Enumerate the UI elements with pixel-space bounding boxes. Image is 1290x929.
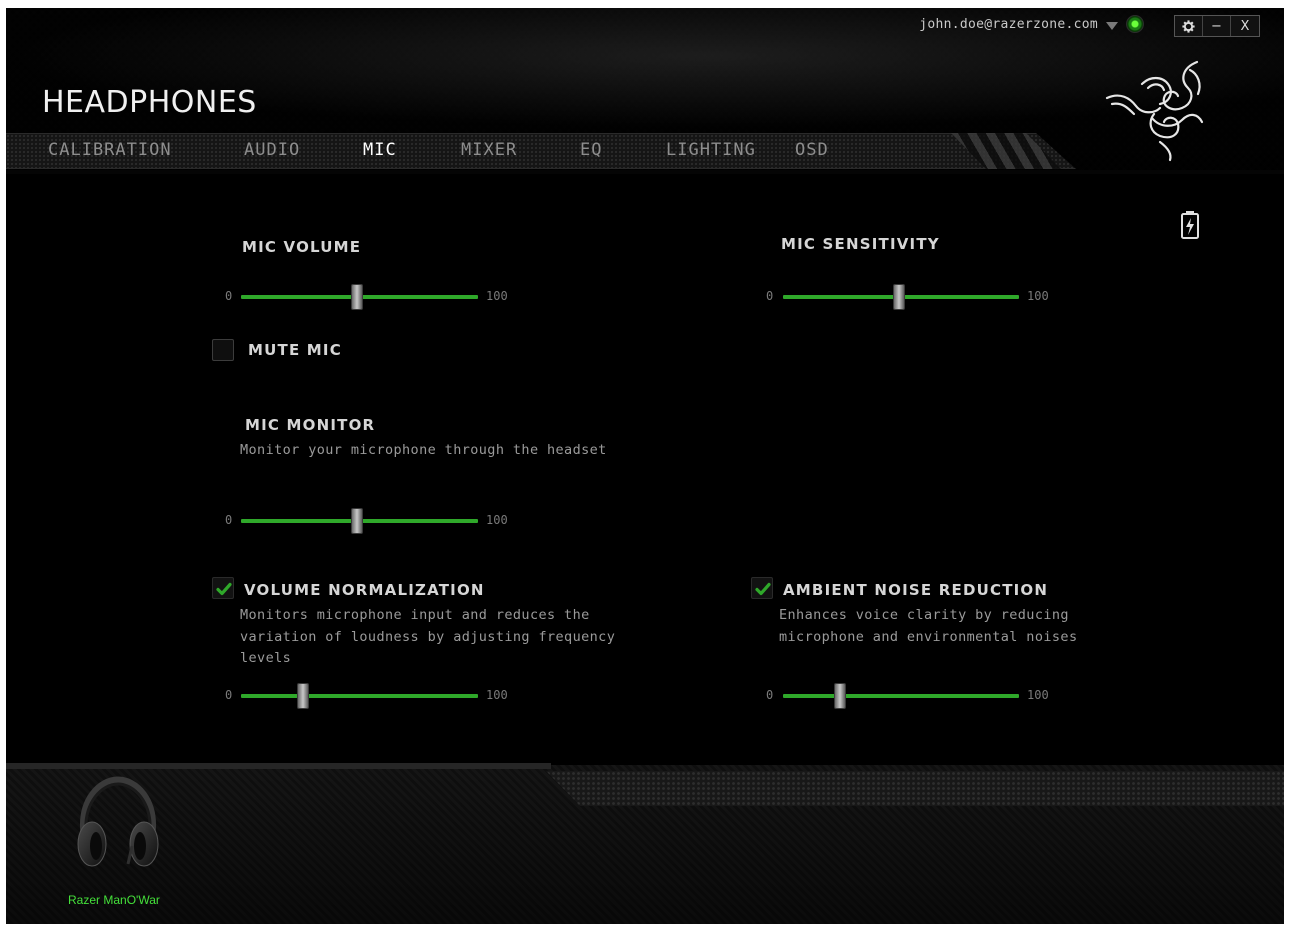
settings-button[interactable] <box>1175 16 1203 36</box>
slider-max-label: 100 <box>1027 688 1049 702</box>
mic-monitor-slider[interactable]: 0 100 <box>222 508 512 534</box>
description-line: variation of loudness by adjusting frequ… <box>240 628 616 645</box>
slider-min-label: 0 <box>225 688 233 702</box>
checkmark-icon <box>216 582 232 596</box>
tab-mic[interactable]: MIC <box>363 140 397 160</box>
device-name[interactable]: Razer ManO'War <box>68 893 160 907</box>
footer-band <box>546 771 1284 806</box>
footer-edge <box>6 763 551 769</box>
mic-volume-slider[interactable]: 0 100 <box>222 284 512 310</box>
mic-monitor-title: MIC MONITOR <box>245 416 376 434</box>
slider-track[interactable] <box>241 694 478 698</box>
user-email[interactable]: john.doe@razerzone.com <box>919 17 1098 32</box>
slider-thumb[interactable] <box>892 284 905 310</box>
tab-lighting[interactable]: LIGHTING <box>666 140 756 160</box>
mic-sensitivity-slider[interactable]: 0 100 <box>763 284 1053 310</box>
slider-max-label: 100 <box>486 688 508 702</box>
user-area[interactable]: john.doe@razerzone.com <box>919 15 1144 33</box>
close-button[interactable]: X <box>1231 16 1259 36</box>
mic-monitor-description: Monitor your microphone through the head… <box>240 442 607 458</box>
slider-max-label: 100 <box>1027 289 1049 303</box>
tab-eq[interactable]: EQ <box>580 140 602 160</box>
slider-min-label: 0 <box>766 289 774 303</box>
ambient-noise-reduction-slider[interactable]: 0 100 <box>763 683 1053 709</box>
headphones-icon[interactable] <box>72 776 164 872</box>
mute-mic-checkbox[interactable] <box>212 339 234 361</box>
slider-thumb[interactable] <box>351 508 364 534</box>
page-title: HEADPHONES <box>42 85 257 120</box>
ambient-noise-reduction-description: Enhances voice clarity by reducing micro… <box>779 605 1077 648</box>
slider-track[interactable] <box>783 694 1019 698</box>
razer-logo-icon <box>1105 60 1204 162</box>
slider-min-label: 0 <box>225 513 233 527</box>
minimize-button[interactable]: − <box>1203 16 1231 36</box>
tab-audio[interactable]: AUDIO <box>244 140 300 160</box>
gear-icon <box>1182 19 1195 33</box>
window-controls: − X <box>1174 15 1260 37</box>
mic-settings-panel <box>6 174 1284 768</box>
sync-status-icon[interactable] <box>1126 15 1144 33</box>
app-window: john.doe@razerzone.com − X HEADPHONES CA… <box>6 8 1284 924</box>
volume-normalization-checkbox[interactable] <box>212 577 234 599</box>
chevron-down-icon[interactable] <box>1106 21 1118 30</box>
volume-normalization-slider[interactable]: 0 100 <box>222 683 512 709</box>
tab-mixer[interactable]: MIXER <box>461 140 517 160</box>
volume-normalization-description: Monitors microphone input and reduces th… <box>240 605 615 670</box>
slider-max-label: 100 <box>486 513 508 527</box>
mute-mic-label[interactable]: MUTE MIC <box>248 341 342 359</box>
mic-sensitivity-title: MIC SENSITIVITY <box>781 235 940 253</box>
slider-min-label: 0 <box>766 688 774 702</box>
description-line: Enhances voice clarity by reducing <box>779 607 1069 623</box>
description-line: microphone and environmental noises <box>779 628 1078 645</box>
slider-max-label: 100 <box>486 289 508 303</box>
mic-volume-title: MIC VOLUME <box>242 238 362 256</box>
slider-thumb[interactable] <box>351 284 364 310</box>
volume-normalization-title[interactable]: VOLUME NORMALIZATION <box>244 581 485 599</box>
description-line: levels <box>240 650 292 666</box>
slider-thumb[interactable] <box>296 683 309 709</box>
ambient-noise-reduction-title[interactable]: AMBIENT NOISE REDUCTION <box>783 581 1048 599</box>
tab-calibration[interactable]: CALIBRATION <box>48 140 172 160</box>
battery-charging-icon <box>1181 211 1199 239</box>
ambient-noise-reduction-checkbox[interactable] <box>751 577 773 599</box>
slider-thumb[interactable] <box>833 683 846 709</box>
tab-osd[interactable]: OSD <box>795 140 829 160</box>
slider-min-label: 0 <box>225 289 233 303</box>
description-line: Monitors microphone input and reduces th… <box>240 607 590 623</box>
checkmark-icon <box>755 582 771 596</box>
